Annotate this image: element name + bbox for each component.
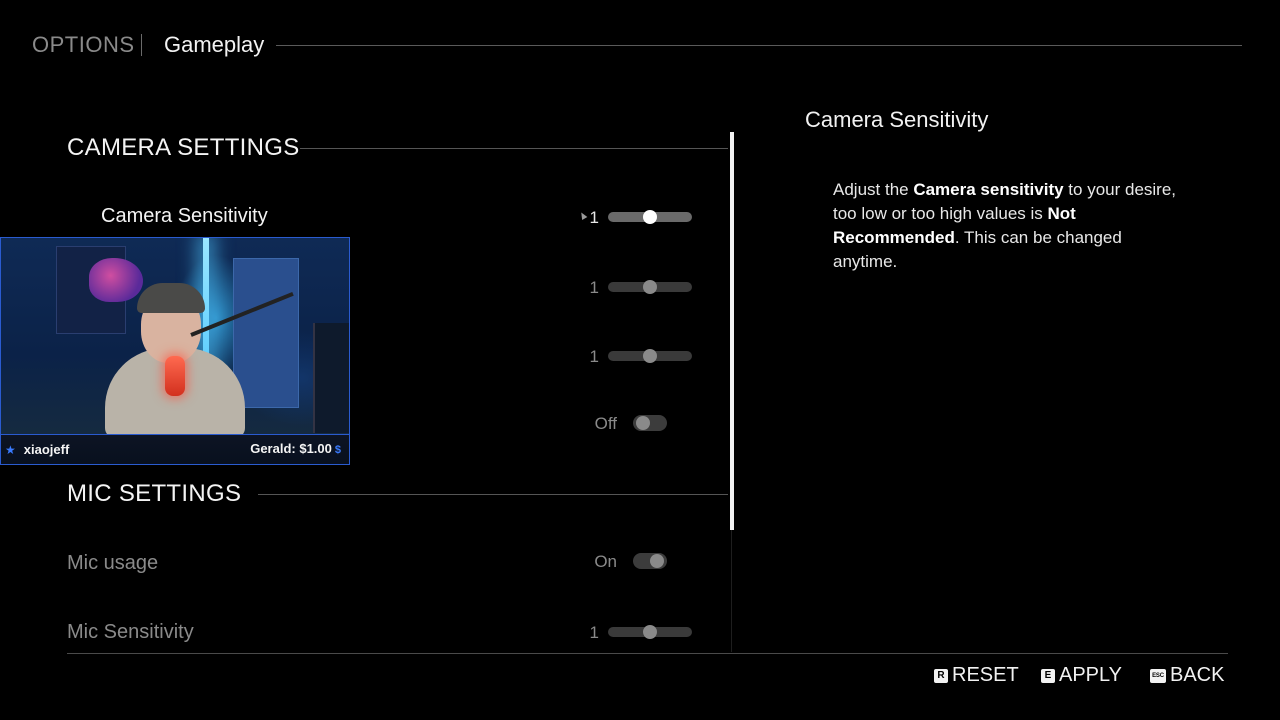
e-key-icon: E xyxy=(1041,668,1055,683)
breadcrumb-options: OPTIONS xyxy=(32,32,135,57)
header-divider xyxy=(276,45,1242,46)
streamer-name: xiaojeff xyxy=(23,442,70,457)
camera-setting-row-2-value: 1 xyxy=(589,278,599,297)
camera-sensitivity-slider[interactable] xyxy=(608,210,692,224)
mic-sensitivity-value: 1 xyxy=(589,623,599,642)
toggle-knob xyxy=(650,554,664,568)
webcam-overlay: ★ xiaojeff Gerald: $1.00 $ xyxy=(0,237,350,465)
camera-settings-heading: CAMERA SETTINGS xyxy=(67,134,300,161)
esc-key-icon: ESC xyxy=(1150,668,1166,683)
apply-label: APPLY xyxy=(1059,664,1122,686)
camera-settings-divider xyxy=(300,148,728,149)
mic-sensitivity-label[interactable]: Mic Sensitivity xyxy=(67,621,194,644)
currency-icon: $ xyxy=(334,444,341,456)
r-key-icon: R xyxy=(934,668,948,683)
slider-knob[interactable] xyxy=(643,210,657,224)
mic-settings-divider xyxy=(258,494,728,495)
slider-knob[interactable] xyxy=(643,349,657,363)
slider-knob[interactable] xyxy=(643,625,657,639)
apply-button[interactable]: E APPLY xyxy=(1041,664,1122,687)
mic-usage-label[interactable]: Mic usage xyxy=(67,552,158,575)
webcam-info-bar: ★ xiaojeff Gerald: $1.00 $ xyxy=(1,434,349,464)
latest-donation: Gerald: $1.00 $ xyxy=(250,441,341,456)
panel-divider xyxy=(731,530,732,652)
mic-settings-heading: MIC SETTINGS xyxy=(67,480,242,507)
camera-setting-row-2-slider[interactable] xyxy=(608,280,692,294)
camera-setting-row-3-value: 1 xyxy=(589,347,599,366)
reset-button[interactable]: R RESET xyxy=(934,664,1019,687)
mic-usage-value: On xyxy=(594,552,617,571)
info-panel-title: Camera Sensitivity xyxy=(805,107,989,132)
camera-setting-row-3-slider[interactable] xyxy=(608,349,692,363)
footer-divider xyxy=(67,653,1228,654)
back-label: BACK xyxy=(1170,664,1225,686)
back-button[interactable]: ESC BACK xyxy=(1150,664,1224,687)
star-icon: ★ xyxy=(5,442,16,457)
page-title: Gameplay xyxy=(164,32,265,57)
breadcrumb-separator xyxy=(141,34,142,56)
info-panel-description: Adjust the Camera sensitivity to your de… xyxy=(833,180,1177,271)
toggle-knob xyxy=(636,416,650,430)
webcam-feed xyxy=(1,238,349,438)
mic-usage-toggle[interactable] xyxy=(633,553,667,569)
camera-setting-row-4-toggle[interactable] xyxy=(633,415,667,431)
camera-setting-row-4-value: Off xyxy=(594,414,617,433)
mic-sensitivity-slider[interactable] xyxy=(608,625,692,639)
reset-label: RESET xyxy=(952,664,1019,686)
camera-sensitivity-label[interactable]: Camera Sensitivity xyxy=(101,205,268,228)
slider-knob[interactable] xyxy=(643,280,657,294)
settings-scrollbar[interactable] xyxy=(730,132,734,530)
camera-sensitivity-value: 1 xyxy=(589,208,599,227)
